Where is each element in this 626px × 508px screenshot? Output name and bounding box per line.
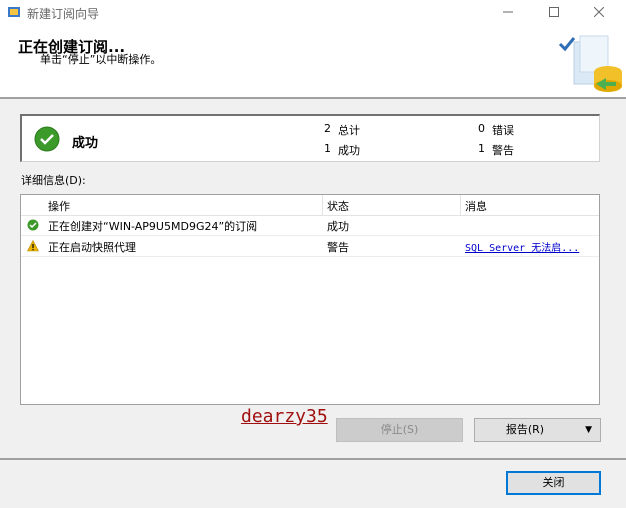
success-icon — [27, 219, 39, 231]
success-large-icon — [34, 126, 60, 152]
footer-divider — [0, 458, 626, 460]
error-label: 错误 — [492, 124, 514, 137]
app-icon — [8, 7, 20, 17]
success-label: 成功 — [338, 144, 360, 157]
table-row[interactable]: 正在启动快照代理 警告 SQL Server 无法启... — [21, 236, 599, 257]
summary-status: 成功 — [72, 136, 99, 151]
minimize-icon — [503, 11, 513, 13]
warning-count: 1 — [478, 142, 485, 155]
dropdown-arrow-icon[interactable]: ▼ — [585, 419, 592, 441]
row-status: 成功 — [327, 220, 349, 233]
close-button[interactable]: 关闭 — [506, 471, 601, 495]
close-icon — [593, 6, 605, 18]
error-count: 0 — [478, 122, 485, 135]
row-action: 正在启动快照代理 — [48, 241, 136, 254]
details-label: 详细信息(D): — [21, 174, 86, 187]
column-header-action[interactable]: 操作 — [48, 198, 70, 214]
total-count: 2 — [324, 122, 331, 135]
success-count: 1 — [324, 142, 331, 155]
column-header-status[interactable]: 状态 — [327, 198, 349, 214]
details-grid[interactable]: 操作 状态 消息 正在创建对“WIN-AP9U5MD9G24”的订阅 成功 正在… — [20, 194, 600, 427]
report-button-label: 报告(R) — [505, 423, 545, 436]
summary-panel: 成功 2 总计 0 错误 1 成功 1 警告 — [20, 114, 600, 162]
row-action: 正在创建对“WIN-AP9U5MD9G24”的订阅 — [48, 220, 258, 233]
close-window-button[interactable] — [576, 0, 622, 26]
title-bar: 新建订阅向导 — [0, 0, 626, 26]
total-label: 总计 — [338, 124, 360, 137]
report-button[interactable]: 报告(R) ▼ — [474, 418, 601, 442]
stop-button[interactable]: 停止(S) — [336, 418, 463, 442]
grid-header: 操作 状态 消息 — [21, 195, 599, 216]
watermark-text: dearzy35 — [241, 406, 328, 427]
maximize-icon — [549, 7, 559, 17]
message-link[interactable]: SQL Server 无法启... — [465, 239, 579, 254]
warning-icon — [27, 240, 39, 252]
wizard-header: 正在创建订阅... 单击“停止”以中断操作。 — [0, 26, 626, 99]
maximize-button[interactable] — [531, 0, 577, 26]
column-divider — [322, 195, 323, 215]
warning-label: 警告 — [492, 144, 514, 157]
column-header-message[interactable]: 消息 — [465, 198, 487, 214]
window-title: 新建订阅向导 — [27, 7, 100, 21]
row-status: 警告 — [327, 241, 349, 254]
table-row[interactable]: 正在创建对“WIN-AP9U5MD9G24”的订阅 成功 — [21, 215, 599, 236]
subscription-wizard-icon — [558, 35, 622, 92]
column-divider — [460, 195, 461, 215]
wizard-body: 成功 2 总计 0 错误 1 成功 1 警告 详细信息(D): 操作 状态 消息… — [0, 99, 626, 508]
page-subtitle: 单击“停止”以中断操作。 — [40, 53, 162, 66]
minimize-button[interactable] — [485, 0, 531, 26]
